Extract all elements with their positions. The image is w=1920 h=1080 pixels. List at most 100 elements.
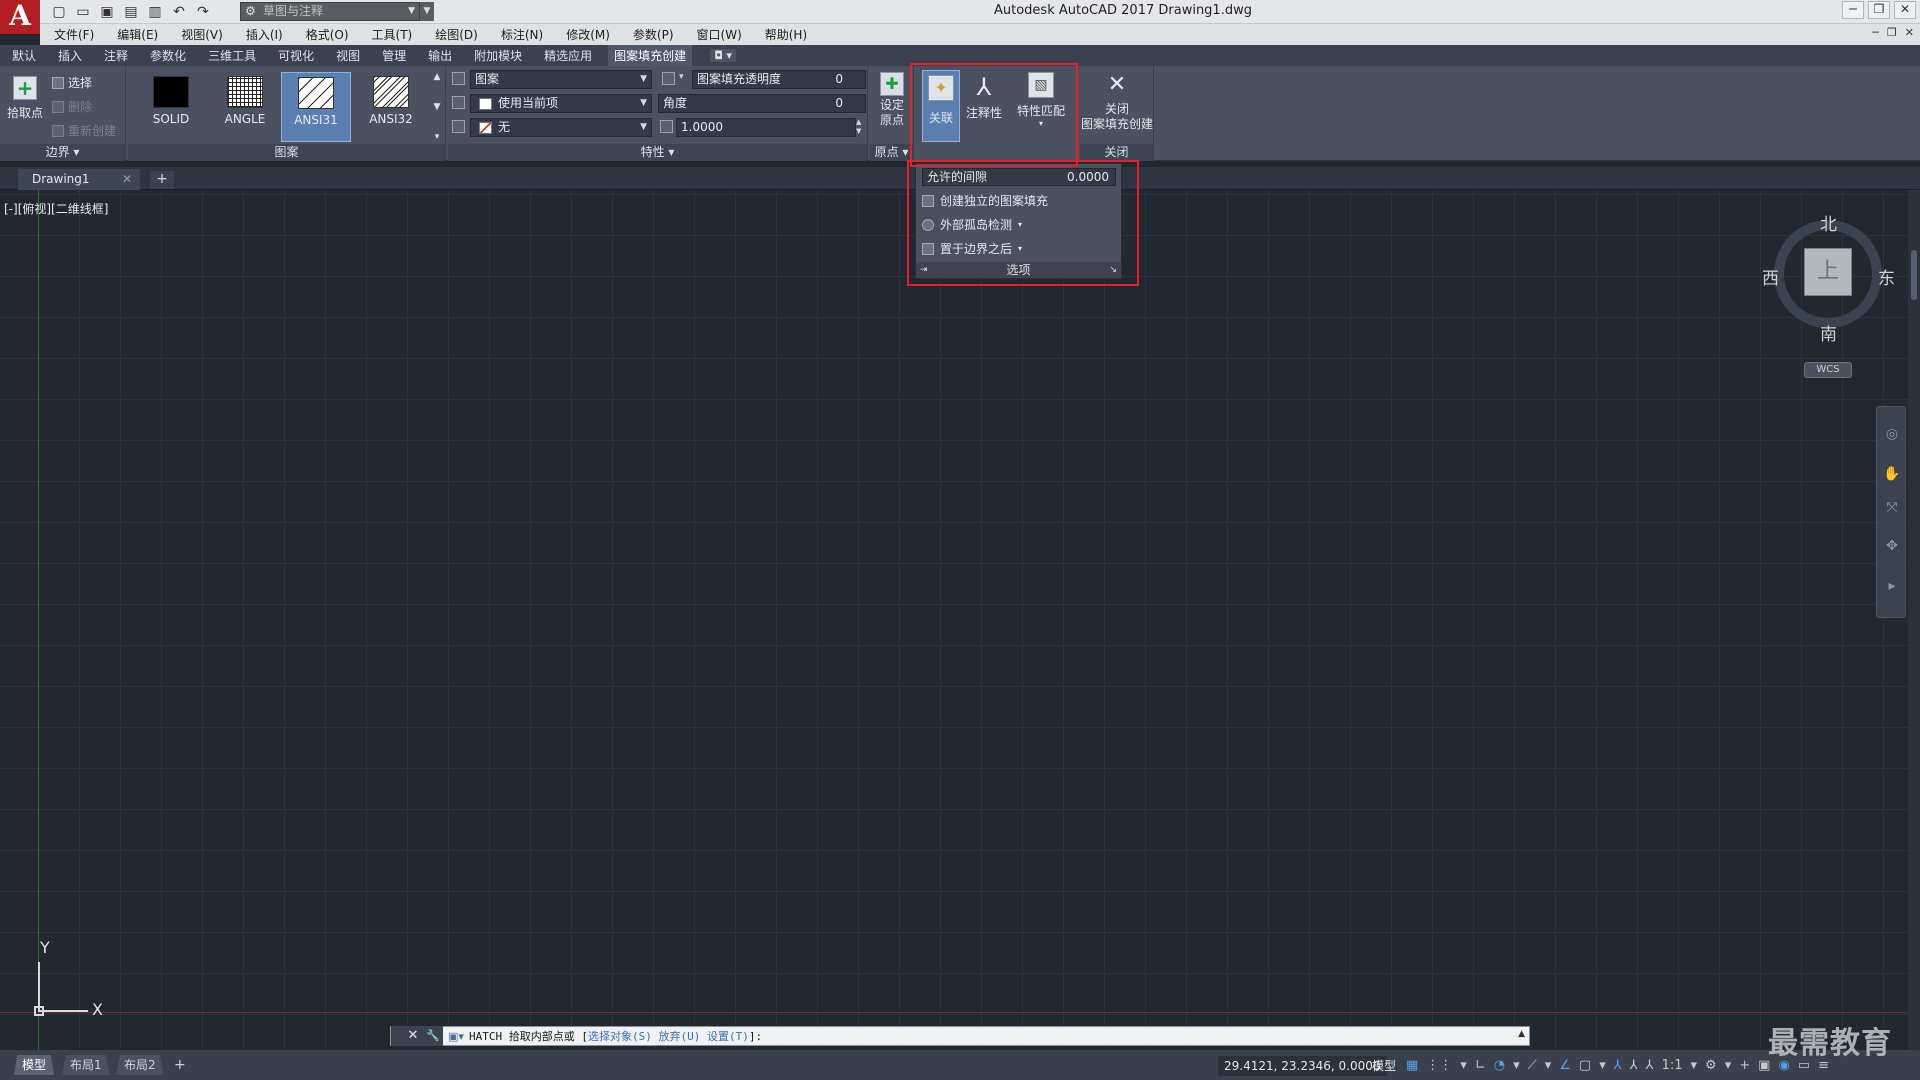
- tab-addins[interactable]: 附加模块: [474, 47, 522, 64]
- boundary-panel-title[interactable]: 边界 ▾: [0, 144, 125, 161]
- viewcube[interactable]: 上 北 南 西 东: [1762, 212, 1895, 345]
- annotation-scale-value[interactable]: 1:1: [1662, 1056, 1683, 1076]
- pattern-solid[interactable]: SOLID: [136, 72, 206, 142]
- gallery-expand-icon[interactable]: ▾: [435, 132, 440, 142]
- new-tab-button[interactable]: +: [150, 171, 174, 189]
- open-icon[interactable]: ▭: [72, 2, 94, 22]
- command-prompt-icon[interactable]: ▣▾: [443, 1030, 469, 1043]
- viewport-controls[interactable]: [-][俯视][二维线框]: [4, 200, 108, 217]
- model-space-toggle[interactable]: 模型: [1372, 1056, 1396, 1076]
- polar-tracking-icon[interactable]: ◔: [1494, 1056, 1505, 1076]
- chevron-down-icon[interactable]: ▾: [1545, 1056, 1552, 1076]
- file-tab-drawing1[interactable]: Drawing1 ✕: [18, 169, 140, 190]
- option-select-objects[interactable]: 选择对象(S): [588, 1030, 652, 1043]
- scale-spinner[interactable]: ▲ ▼: [856, 118, 866, 136]
- auto-scale-icon[interactable]: ⅄: [1630, 1056, 1638, 1076]
- layout-tab-layout2[interactable]: 布局2: [116, 1055, 164, 1075]
- close-tab-icon[interactable]: ✕: [122, 169, 132, 189]
- close-hatch-creation-button[interactable]: ✕ 关闭 图案填充创建: [1080, 74, 1154, 132]
- tab-featured-apps[interactable]: 精选应用: [544, 47, 592, 64]
- chevron-down-icon[interactable]: ▾: [1599, 1056, 1606, 1076]
- snap-icon[interactable]: ⋮⋮: [1426, 1056, 1452, 1076]
- isodraft-icon[interactable]: ⟋: [1528, 1056, 1537, 1076]
- pan-icon[interactable]: ✋: [1883, 465, 1901, 483]
- gap-tolerance-field[interactable]: 允许的间隙 0.0000: [922, 168, 1116, 186]
- menu-dimension[interactable]: 标注(N): [501, 26, 543, 43]
- undo-icon[interactable]: ↶: [168, 2, 190, 22]
- restore-button[interactable]: ❐: [1868, 1, 1890, 19]
- qat-customize-button[interactable]: ▼: [420, 2, 434, 21]
- tab-visualize[interactable]: 可视化: [278, 47, 314, 64]
- associative-button[interactable]: ✦ 关联: [922, 70, 960, 142]
- chevron-down-icon[interactable]: ▾: [1513, 1056, 1520, 1076]
- wcs-menu-button[interactable]: WCS: [1804, 362, 1852, 378]
- add-layout-button[interactable]: +: [174, 1055, 190, 1075]
- scale-field[interactable]: 1.0000: [676, 118, 856, 137]
- ortho-icon[interactable]: ∟: [1475, 1056, 1486, 1076]
- plus-icon[interactable]: +: [1739, 1056, 1750, 1076]
- close-icon[interactable]: ✕: [403, 1026, 423, 1046]
- save-icon[interactable]: ▣: [96, 2, 118, 22]
- remove-boundary-button[interactable]: 删除: [52, 98, 92, 115]
- properties-panel-title[interactable]: 特性 ▾: [448, 144, 867, 161]
- menu-edit[interactable]: 编辑(E): [117, 26, 158, 43]
- doc-close-button[interactable]: ✕: [1905, 26, 1914, 39]
- grid-icon[interactable]: ▦: [1406, 1056, 1418, 1076]
- ribbon-options-button[interactable]: ◘ ▾: [710, 49, 736, 62]
- command-line-grip[interactable]: [391, 1026, 403, 1046]
- minimize-button[interactable]: ─: [1842, 1, 1864, 19]
- print-icon[interactable]: ▥: [144, 2, 166, 22]
- tab-annotate[interactable]: 注释: [104, 47, 128, 64]
- pick-points-button[interactable]: + 拾取点: [4, 76, 46, 121]
- draw-order-dropdown[interactable]: 置于边界之后 ▾: [922, 239, 1022, 258]
- hatch-type-dropdown[interactable]: 图案 ▼: [470, 70, 652, 89]
- island-detection-dropdown[interactable]: 外部孤岛检测 ▾: [922, 215, 1022, 234]
- menu-modify[interactable]: 修改(M): [566, 26, 610, 43]
- layout-tab-model[interactable]: 模型: [14, 1055, 55, 1075]
- viewcube-top-face[interactable]: 上: [1804, 248, 1852, 296]
- doc-restore-button[interactable]: ❐: [1887, 26, 1897, 39]
- object-snap-icon[interactable]: ▢: [1579, 1056, 1591, 1076]
- pattern-ansi32[interactable]: ANSI32: [356, 72, 426, 142]
- tab-manage[interactable]: 管理: [382, 47, 406, 64]
- transparency-mode-icon[interactable]: [662, 72, 675, 85]
- annotation-scale-icon[interactable]: ⅄: [1646, 1056, 1654, 1076]
- origin-panel-title[interactable]: 原点 ▾: [870, 144, 913, 161]
- steering-wheel-icon[interactable]: ◎: [1883, 425, 1901, 443]
- compass-south[interactable]: 南: [1820, 320, 1837, 345]
- workspace-dropdown[interactable]: ⚙ 草图与注释 ▼: [240, 2, 420, 21]
- menu-tools[interactable]: 工具(T): [372, 26, 413, 43]
- hatch-color-dropdown[interactable]: 使用当前项 ▼: [470, 94, 652, 113]
- match-properties-button[interactable]: ▧ 特性匹配 ▾: [1010, 72, 1072, 128]
- option-settings[interactable]: 设置(T): [707, 1030, 749, 1043]
- menu-format[interactable]: 格式(O): [306, 26, 349, 43]
- new-icon[interactable]: ▢: [48, 2, 70, 22]
- menu-window[interactable]: 窗口(W): [697, 26, 742, 43]
- separate-hatches-button[interactable]: 创建独立的图案填充: [922, 191, 1048, 210]
- angle-field[interactable]: 角度 0: [658, 94, 866, 113]
- doc-minimize-button[interactable]: ─: [1872, 26, 1879, 39]
- scroll-down-icon[interactable]: ▼: [434, 102, 441, 112]
- scroll-thumb[interactable]: [1911, 250, 1917, 300]
- options-panel-title[interactable]: ⇥ 选项 ↘: [916, 262, 1121, 278]
- drawing-canvas[interactable]: [0, 190, 1908, 1056]
- object-snap-tracking-icon[interactable]: ∠: [1559, 1056, 1571, 1076]
- transparency-field[interactable]: 图案填充透明度 0: [692, 70, 866, 89]
- pattern-angle[interactable]: ANGLE: [210, 72, 280, 142]
- select-objects-button[interactable]: 选择: [52, 74, 92, 91]
- orbit-icon[interactable]: ✥: [1883, 537, 1901, 555]
- background-color-dropdown[interactable]: 无 ▼: [470, 118, 652, 137]
- recreate-boundary-button[interactable]: 重新创建: [52, 122, 116, 139]
- transparency-mode-arrow[interactable]: ▾: [679, 72, 684, 82]
- tab-default[interactable]: 默认: [12, 47, 36, 64]
- redo-icon[interactable]: ↷: [192, 2, 214, 22]
- tab-view[interactable]: 视图: [336, 47, 360, 64]
- tab-output[interactable]: 输出: [428, 47, 452, 64]
- menu-insert[interactable]: 插入(I): [246, 26, 283, 43]
- annotation-visibility-icon[interactable]: ⅄: [1614, 1056, 1622, 1076]
- dialog-launcher-icon[interactable]: ↘: [1109, 262, 1117, 278]
- pattern-ansi31[interactable]: ANSI31: [281, 72, 351, 142]
- saveas-icon[interactable]: ▤: [120, 2, 142, 22]
- pin-icon[interactable]: ⇥: [920, 262, 928, 278]
- layout-tab-layout1[interactable]: 布局1: [62, 1055, 110, 1075]
